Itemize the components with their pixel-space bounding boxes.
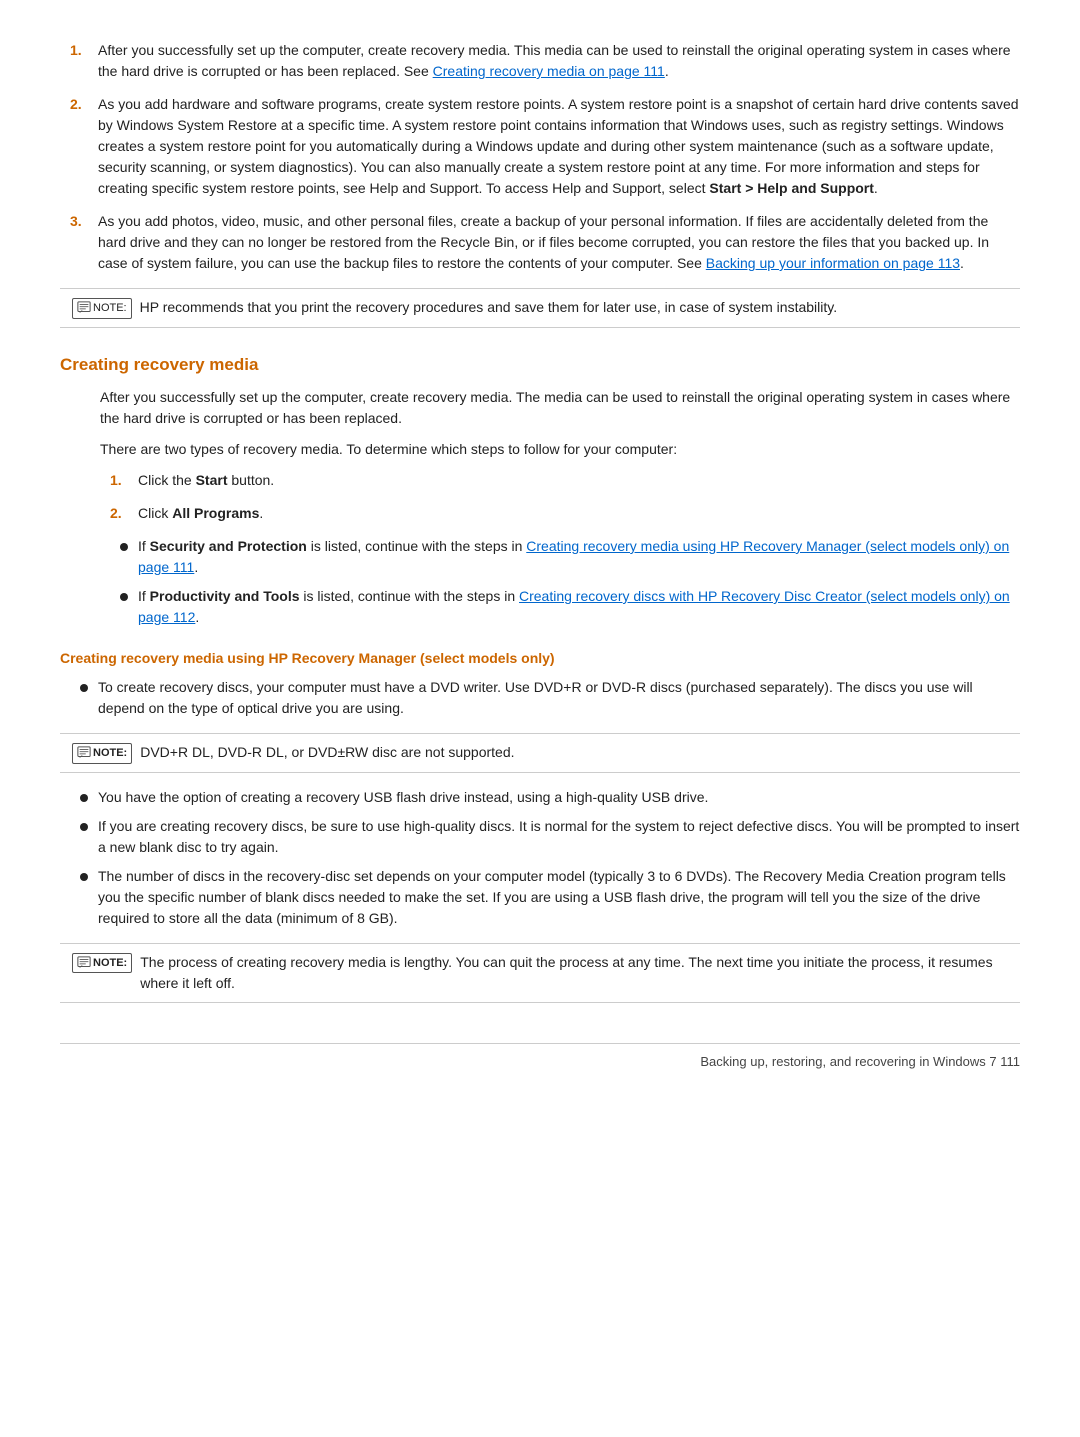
bold-security-protection: Security and Protection	[150, 538, 307, 554]
section2-bullets2: You have the option of creating a recove…	[80, 787, 1020, 929]
section2-title: Creating recovery media using HP Recover…	[60, 648, 1020, 669]
bullet-dot-s2-4	[80, 866, 98, 929]
note-icon-2: NOTE:	[72, 743, 132, 764]
section1-bullets: If Security and Protection is listed, co…	[120, 536, 1020, 628]
note-svg-icon-3	[77, 956, 91, 970]
note-svg-icon-1	[77, 301, 91, 315]
section2-bullet-3: If you are creating recovery discs, be s…	[80, 816, 1020, 858]
note-label-text-3: NOTE:	[93, 955, 127, 972]
bold-start: Start	[196, 472, 228, 488]
note-content-1: HP recommends that you print the recover…	[140, 297, 837, 318]
section1-body: After you successfully set up the comput…	[60, 387, 1020, 628]
section1-step-1: 1. Click the Start button.	[100, 470, 1020, 491]
note-box-3: NOTE: The process of creating recovery m…	[60, 943, 1020, 1003]
section1-step-2: 2. Click All Programs.	[100, 503, 1020, 524]
section1-steps: 1. Click the Start button. 2. Click All …	[100, 470, 1020, 524]
list-content-2: As you add hardware and software program…	[98, 94, 1020, 199]
section1-bullet-2-content: If Productivity and Tools is listed, con…	[138, 586, 1020, 628]
section2-bullet-1-content: To create recovery discs, your computer …	[98, 677, 1020, 719]
bullet-circle-s2-1	[80, 684, 88, 692]
page-footer: Backing up, restoring, and recovering in…	[60, 1043, 1020, 1072]
list-num-3: 3.	[70, 211, 98, 274]
footer-text: Backing up, restoring, and recovering in…	[700, 1052, 1020, 1072]
note-content-2: DVD+R DL, DVD-R DL, or DVD±RW disc are n…	[140, 742, 514, 763]
step1-content: Click the Start button.	[138, 470, 1020, 491]
bullet-circle-s2-2	[80, 794, 88, 802]
bullet-circle-2	[120, 593, 128, 601]
section2-bullet-2-content: You have the option of creating a recove…	[98, 787, 1020, 808]
intro-list-item-3: 3. As you add photos, video, music, and …	[60, 211, 1020, 274]
bullet-dot-1	[120, 536, 138, 578]
section2-bullet-3-content: If you are creating recovery discs, be s…	[98, 816, 1020, 858]
note-icon-3: NOTE:	[72, 953, 132, 974]
list-content-1: After you successfully set up the comput…	[98, 40, 1020, 82]
bullet-circle-1	[120, 543, 128, 551]
bullet-circle-s2-3	[80, 823, 88, 831]
section2-bullet-4: The number of discs in the recovery-disc…	[80, 866, 1020, 929]
section2-bullets1: To create recovery discs, your computer …	[80, 677, 1020, 719]
list-num-2: 2.	[70, 94, 98, 199]
step2-num: 2.	[110, 503, 138, 524]
section2-bullet-2: You have the option of creating a recove…	[80, 787, 1020, 808]
list-num-1: 1.	[70, 40, 98, 82]
bullet-dot-2	[120, 586, 138, 628]
bold-productivity-tools: Productivity and Tools	[150, 588, 300, 604]
note-box-2: NOTE: DVD+R DL, DVD-R DL, or DVD±RW disc…	[60, 733, 1020, 773]
note-label-text-1: NOTE:	[93, 300, 127, 317]
bold-start-help: Start > Help and Support	[709, 180, 874, 196]
bold-all-programs: All Programs	[172, 505, 259, 521]
intro-numbered-list: 1. After you successfully set up the com…	[60, 40, 1020, 274]
link-backing-up-info-113[interactable]: Backing up your information on page 113	[706, 255, 960, 271]
list-content-3: As you add photos, video, music, and oth…	[98, 211, 1020, 274]
intro-list-item-2: 2. As you add hardware and software prog…	[60, 94, 1020, 199]
note-box-1: NOTE: HP recommends that you print the r…	[60, 288, 1020, 328]
section1-bullet-1: If Security and Protection is listed, co…	[120, 536, 1020, 578]
section2-bullet-4-content: The number of discs in the recovery-disc…	[98, 866, 1020, 929]
bullet-dot-s2-2	[80, 787, 98, 808]
note-icon-1: NOTE:	[72, 298, 132, 319]
section1-bullet-1-content: If Security and Protection is listed, co…	[138, 536, 1020, 578]
section1-para2: There are two types of recovery media. T…	[100, 439, 1020, 460]
section1-title: Creating recovery media	[60, 352, 1020, 378]
intro-list-item-1: 1. After you successfully set up the com…	[60, 40, 1020, 82]
step2-content: Click All Programs.	[138, 503, 1020, 524]
bullet-dot-s2-3	[80, 816, 98, 858]
note-svg-icon-2	[77, 746, 91, 760]
section1-bullet-2: If Productivity and Tools is listed, con…	[120, 586, 1020, 628]
bullet-circle-s2-4	[80, 873, 88, 881]
step1-num: 1.	[110, 470, 138, 491]
note-label-text-2: NOTE:	[93, 745, 127, 762]
section2-bullet-1: To create recovery discs, your computer …	[80, 677, 1020, 719]
bullet-dot-s2-1	[80, 677, 98, 719]
link-creating-recovery-media-111[interactable]: Creating recovery media on page 111	[433, 63, 665, 79]
note-content-3: The process of creating recovery media i…	[140, 952, 1008, 994]
section1-para1: After you successfully set up the comput…	[100, 387, 1020, 429]
